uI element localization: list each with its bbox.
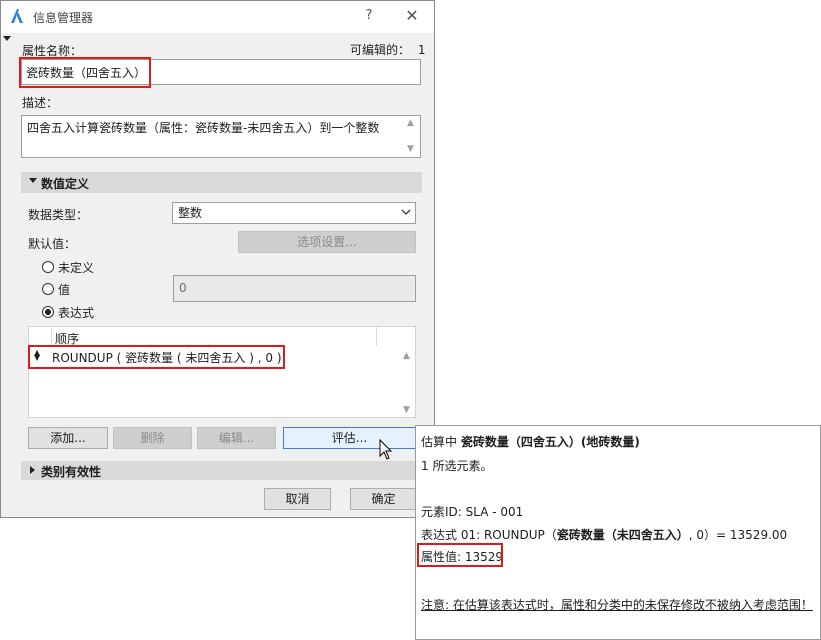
window-title: 信息管理器	[33, 11, 94, 25]
radio-value[interactable]	[42, 283, 54, 295]
expand-down-icon	[29, 178, 37, 183]
title-bar: 信息管理器 ? ✕	[1, 1, 434, 33]
eval-line-expression: 表达式 01: ROUNDUP（瓷砖数量（未四舍五入）, 0）= 13529.0…	[421, 526, 787, 543]
data-type-label: 数据类型：	[28, 208, 89, 222]
eval-expr-bold: 瓷砖数量（未四舍五入）	[556, 528, 689, 542]
eval-line-element-id: 元素ID: SLA - 001	[421, 505, 524, 519]
description-text: 四舍五入计算瓷砖数量（属性：瓷砖数量-未四舍五入）到一个整数	[27, 121, 380, 135]
info-manager-dialog: 信息管理器 ? ✕ 属性名称： 可编辑的： 1 瓷砖数量（四舍五入） 描述： 四…	[0, 0, 435, 518]
ok-button[interactable]: 确定	[350, 488, 417, 510]
table-scroll-up-icon[interactable]: ▲	[403, 351, 410, 361]
radio-expression-label: 表达式	[58, 306, 95, 320]
property-name-value: 瓷砖数量（四舍五入）	[26, 66, 147, 80]
desc-scroll-up-icon[interactable]: ▲	[407, 118, 414, 128]
collapse-arrow-icon[interactable]	[3, 36, 11, 41]
cancel-button[interactable]: 取消	[264, 488, 331, 510]
data-type-value: 整数	[178, 206, 203, 220]
data-type-select[interactable]: 整数	[172, 202, 416, 224]
value-definition-title: 数值定义	[41, 177, 90, 191]
default-value-text: 0	[179, 281, 187, 295]
close-icon: ✕	[405, 6, 419, 25]
description-label: 描述：	[22, 96, 59, 110]
expand-right-icon	[30, 466, 35, 474]
radio-expression[interactable]	[42, 306, 54, 318]
category-validity-title: 类别有效性	[41, 465, 102, 479]
mouse-cursor-icon	[379, 439, 393, 460]
value-definition-header[interactable]: 数值定义	[21, 172, 422, 193]
table-header: 顺序	[51, 327, 377, 347]
eval-expr-suffix: , 0）= 13529.00	[688, 528, 788, 542]
radio-undefined-label: 未定义	[58, 261, 95, 275]
editable-text: 可编辑的：	[350, 43, 411, 57]
value-highlight-box	[417, 543, 503, 567]
eval-note: 注意: 在估算该表达式时，属性和分类中的未保存修改不被纳入考虑范围！	[421, 598, 813, 612]
editable-count: 1	[417, 43, 426, 57]
evaluate-button[interactable]: 评估...	[283, 427, 416, 449]
options-settings-button[interactable]: 选项设置...	[238, 231, 416, 253]
desc-scroll-down-icon[interactable]: ▼	[407, 144, 414, 154]
editable-label: 可编辑的： 1	[350, 41, 425, 58]
chevron-down-icon	[401, 209, 411, 215]
close-button[interactable]: ✕	[401, 5, 423, 27]
help-button[interactable]: ?	[357, 5, 381, 27]
delete-button[interactable]: 删除	[113, 427, 192, 449]
default-value-input[interactable]: 0	[173, 275, 416, 302]
radio-value-label: 值	[58, 283, 71, 297]
eval-prefix: 估算中	[421, 435, 458, 449]
edit-button[interactable]: 编辑...	[197, 427, 276, 449]
expression-highlight-box	[28, 345, 285, 369]
eval-line-selected: 1 所选元素。	[421, 459, 493, 473]
app-logo-icon	[11, 9, 23, 23]
radio-undefined[interactable]	[42, 261, 54, 273]
description-textarea[interactable]: 四舍五入计算瓷砖数量（属性：瓷砖数量-未四舍五入）到一个整数	[21, 115, 421, 158]
eval-expr-prefix: 表达式 01: ROUNDUP（	[421, 528, 557, 542]
default-value-label: 默认值：	[28, 237, 77, 251]
eval-line-estimating: 估算中 瓷砖数量（四舍五入）(地砖数量)	[421, 433, 640, 450]
evaluation-result-panel: 估算中 瓷砖数量（四舍五入）(地砖数量) 1 所选元素。 元素ID: SLA -…	[415, 425, 821, 640]
table-scroll-down-icon[interactable]: ▼	[403, 405, 410, 415]
add-button[interactable]: 添加...	[28, 427, 108, 449]
category-validity-header[interactable]: 类别有效性	[21, 461, 422, 480]
eval-property-name: 瓷砖数量（四舍五入）(地砖数量)	[460, 435, 640, 449]
